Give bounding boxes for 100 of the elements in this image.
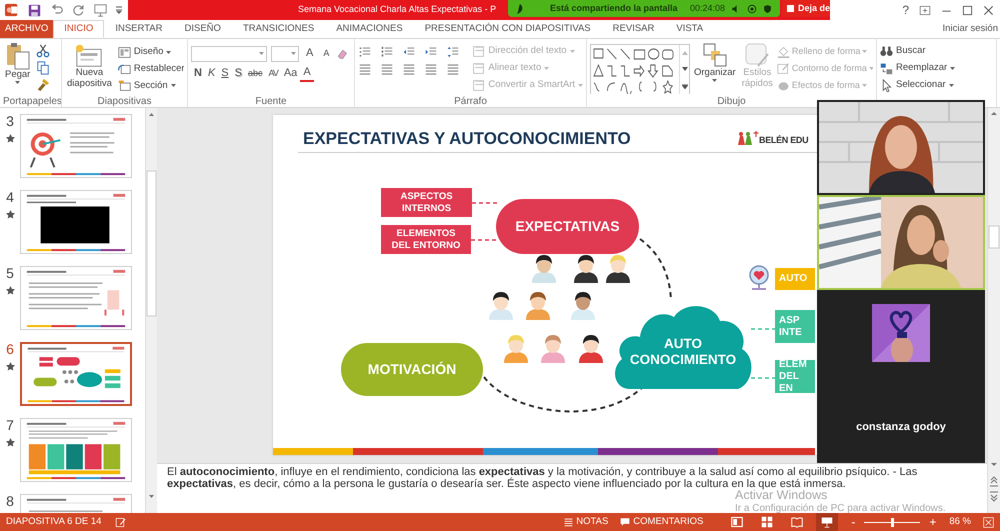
heart-mirror-icon: [747, 265, 771, 291]
slide-thumbnail[interactable]: [20, 342, 132, 406]
ribbon-button[interactable]: Seleccionar: [880, 77, 993, 94]
slide-title: EXPECTATIVAS Y AUTOCONOCIMIENTO: [303, 128, 631, 150]
person-icon: [525, 290, 551, 320]
slideshow-icon: [94, 4, 107, 16]
bold-button[interactable]: N: [191, 65, 205, 82]
numbered-list-icon[interactable]: [380, 46, 394, 58]
ribbon-tab[interactable]: TRANSICIONES: [232, 20, 326, 38]
person-icon: [531, 253, 557, 283]
spacing-button[interactable]: AV: [266, 65, 281, 82]
layout-icon: [118, 46, 131, 59]
sign-in-link[interactable]: Iniciar sesión: [942, 22, 1000, 36]
caret-icon: [166, 50, 172, 54]
person-icon: [503, 333, 529, 363]
group-label: Dibujo: [716, 95, 747, 107]
group-label: Párrafo: [453, 95, 488, 107]
binoculars-icon: [880, 45, 893, 58]
caret-icon: [868, 67, 873, 70]
ribbon-button[interactable]: Sección: [118, 77, 184, 94]
caret-icon: [862, 50, 868, 53]
align-right-icon[interactable]: [402, 63, 416, 75]
connector-line: [751, 328, 775, 330]
bullet-list-icon[interactable]: [358, 46, 372, 58]
font-size-field[interactable]: [271, 46, 299, 62]
case-button[interactable]: Aa: [280, 65, 300, 82]
strikethrough-button[interactable]: abc: [244, 65, 266, 82]
paste-button[interactable]: Pegar: [3, 42, 32, 94]
close-icon[interactable]: [983, 4, 994, 16]
caret-icon: [578, 84, 583, 87]
scroll-down-icon[interactable]: [682, 67, 688, 72]
zoom-slider[interactable]: [864, 518, 920, 526]
ribbon-tab[interactable]: REVISAR: [602, 20, 666, 38]
font-name-field[interactable]: [191, 46, 267, 62]
concept-pill: MOTIVACIÓN: [341, 343, 483, 396]
justify-icon[interactable]: [424, 63, 438, 75]
app-icon: [5, 3, 19, 17]
comments-button[interactable]: COMENTARIOS: [617, 513, 706, 531]
share-status: Está compartiendo la pantalla: [550, 2, 678, 15]
zoom-in-button[interactable]: +: [926, 513, 940, 531]
logo-text: BELÉN EDU: [759, 134, 808, 147]
columns-icon[interactable]: [446, 63, 460, 75]
slide-sorter-icon: [761, 516, 774, 528]
new-slide-icon: [74, 42, 104, 68]
arrange-icon: [702, 42, 728, 68]
slideshow-view-icon: [821, 516, 834, 528]
shadow-button[interactable]: S: [232, 65, 245, 82]
fit-to-window-icon[interactable]: [983, 516, 994, 528]
ribbon-button[interactable]: Reemplazar: [880, 60, 993, 77]
scrollbar[interactable]: [145, 108, 157, 513]
concept-pill: EXPECTATIVAS: [496, 199, 639, 254]
notes-edit-icon[interactable]: [115, 516, 128, 528]
font-color-button[interactable]: A: [300, 65, 314, 82]
expand-gallery-icon[interactable]: [682, 84, 688, 89]
clear-format-icon[interactable]: [336, 48, 348, 60]
caret-icon: [15, 80, 20, 84]
participant-name: constanza godoy: [856, 420, 946, 434]
scrollbar[interactable]: [987, 108, 1000, 513]
caret-icon: [862, 84, 867, 87]
ribbon-tab[interactable]: ARCHIVO: [0, 20, 54, 38]
normal-view-icon: [731, 516, 744, 528]
grow-font-button[interactable]: A: [303, 45, 316, 62]
notes-button[interactable]: NOTAS: [561, 513, 612, 531]
line-spacing-icon[interactable]: [446, 46, 460, 58]
arrange-button[interactable]: Organizar: [692, 42, 738, 94]
redo-icon: [73, 4, 85, 16]
underline-button[interactable]: S: [218, 65, 232, 82]
align-center-icon[interactable]: [380, 63, 394, 75]
activation-title: Activar Windows: [735, 489, 828, 503]
ribbon-tab[interactable]: INSERTAR: [104, 20, 174, 38]
ribbon-button[interactable]: Buscar: [880, 43, 993, 60]
ribbon-display-icon[interactable]: [919, 4, 931, 16]
ribbon-tab[interactable]: PRESENTACIÓN CON DIAPOSITIVAS: [414, 20, 602, 38]
ribbon-tab[interactable]: INICIO: [53, 20, 104, 38]
copy-icon[interactable]: [36, 61, 50, 75]
person-icon: [605, 253, 631, 283]
maximize-icon[interactable]: [962, 4, 973, 16]
ribbon-button[interactable]: Diseño: [118, 44, 184, 61]
record-icon[interactable]: [747, 4, 757, 14]
logo-icon: [737, 131, 759, 145]
italic-button[interactable]: K: [204, 65, 218, 82]
slider-thumb[interactable]: [891, 518, 894, 526]
label-box: ELEM DEL EN: [775, 360, 815, 393]
stop-share-button[interactable]: Deja de: [782, 0, 830, 17]
comment-icon: [620, 517, 630, 527]
help-button[interactable]: ?: [902, 4, 909, 16]
cut-icon[interactable]: [36, 44, 50, 58]
shrink-font-button[interactable]: A: [320, 45, 332, 62]
ribbon-tab[interactable]: ANIMACIONES: [325, 20, 414, 38]
align-left-icon[interactable]: [358, 63, 372, 75]
reset-icon: [118, 62, 131, 76]
format-painter-icon[interactable]: [36, 78, 50, 92]
zoom-out-button[interactable]: -: [848, 513, 858, 531]
caret-icon: [544, 67, 550, 70]
ribbon-tab[interactable]: VISTA: [665, 20, 714, 38]
view-button[interactable]: [816, 513, 838, 531]
caret-icon: [570, 50, 575, 53]
ribbon-tab[interactable]: DISEÑO: [174, 20, 232, 38]
new-slide-button[interactable]: Nueva diapositiva: [65, 42, 114, 94]
shield-icon[interactable]: [763, 4, 772, 14]
